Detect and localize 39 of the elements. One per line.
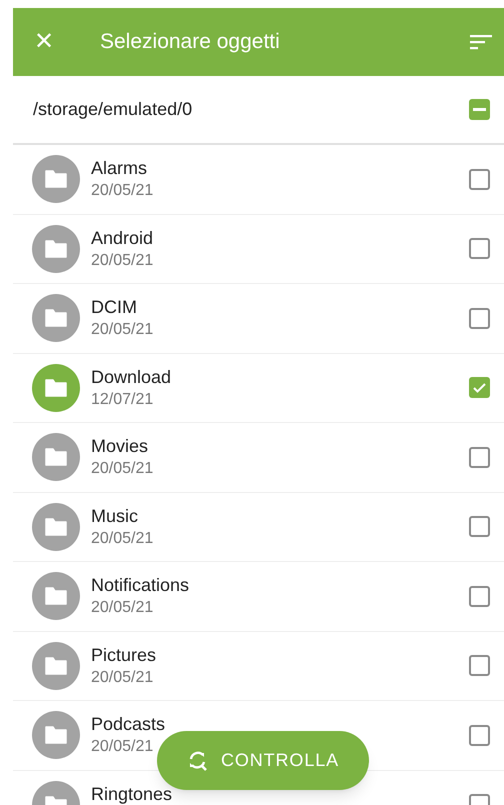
folder-row[interactable]: Alarms 20/05/21 [13,145,504,214]
folder-row[interactable]: Movies 20/05/21 [13,423,504,492]
folder-date: 20/05/21 [91,250,154,271]
folder-path: /storage/emulated/0 [33,98,192,121]
folder-name: DCIM [91,296,138,320]
minus-icon [473,108,486,112]
checkbox[interactable] [469,99,490,120]
folder-name: Notifications [91,574,190,598]
folder-date: 20/05/21 [91,528,154,549]
checkbox[interactable] [469,238,490,260]
folder-row[interactable]: DCIM 20/05/21 [13,284,504,354]
checkbox[interactable] [469,516,490,538]
checkbox[interactable] [469,655,490,676]
folder-name: Pictures [91,644,156,667]
app-bar-title: Selezionare oggetti [100,29,280,56]
checkbox[interactable] [469,168,490,190]
folder-date: 20/05/21 [91,737,154,758]
folder-row[interactable]: Android 20/05/21 [13,214,504,284]
folder-date: 20/05/21 [91,598,154,618]
checkbox[interactable] [469,586,490,607]
folder-row[interactable]: Download 12/07/21 [13,354,504,423]
sort-icon[interactable] [470,34,492,50]
folder-name: Alarms [91,157,148,180]
folder-row[interactable]: Music 20/05/21 [13,492,504,562]
folder-date: 20/05/21 [91,320,154,340]
checkbox[interactable] [469,446,490,468]
folder-row[interactable]: Pictures 20/05/21 [13,632,504,701]
folder-name: Movies [91,435,150,458]
folder-name: Download [91,366,172,389]
folder-date: 20/05/21 [91,459,154,480]
folder-name: Android [91,226,154,250]
folder-name: Music [91,504,140,528]
checkbox[interactable] [469,724,490,746]
folder-date: 12/07/21 [91,390,154,410]
folder-row[interactable]: Notifications 20/05/21 [13,562,504,632]
folder-date: 20/05/21 [91,668,154,688]
checkbox[interactable] [469,377,490,398]
checkbox[interactable] [469,308,490,329]
folder-date: 20/05/21 [91,181,154,202]
